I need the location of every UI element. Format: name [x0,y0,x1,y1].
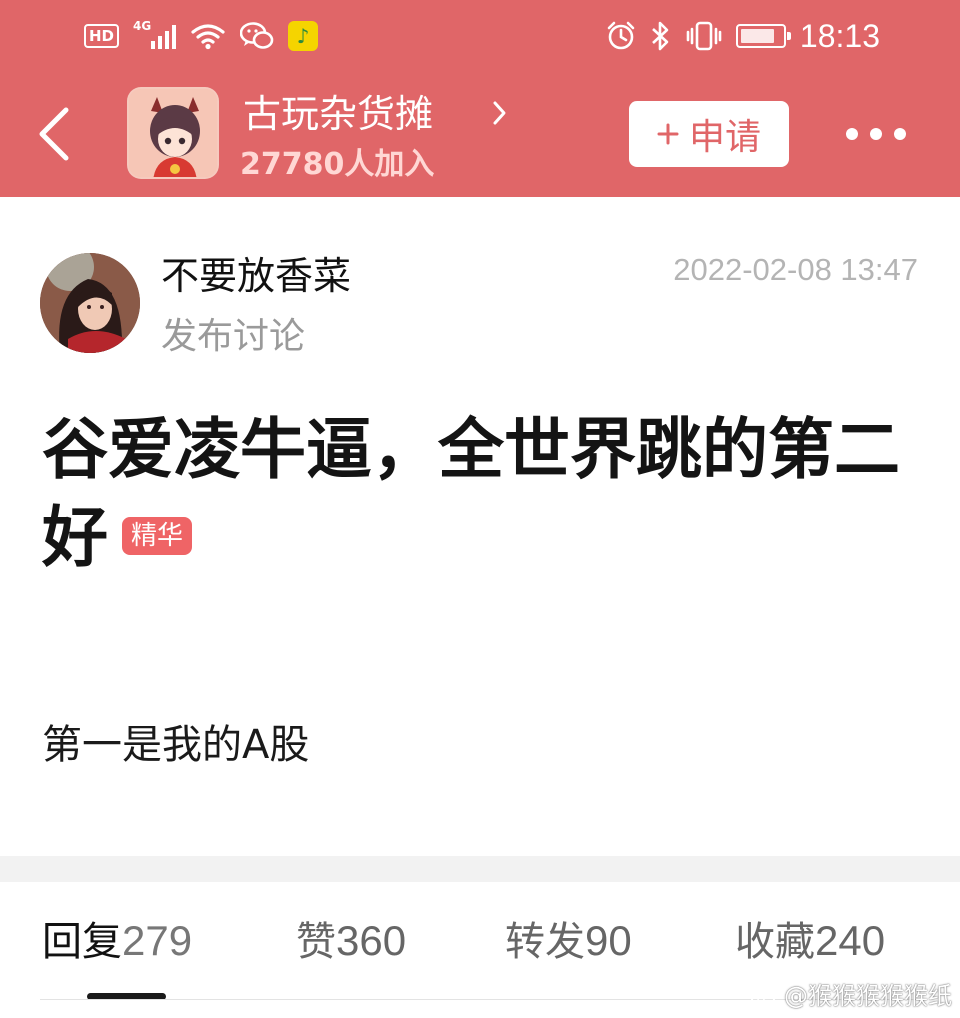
watermark: @猴猴猴猴猴纸 [750,980,952,1012]
post-body: 第一是我的A股 [42,722,310,768]
member-count: 27780人加入 [240,147,435,182]
tab-collects[interactable]: 收藏240 [735,915,885,968]
collect-count: 240 [815,917,886,964]
hd-icon: HD [84,24,120,48]
post-title: 谷爱凌牛逼，全世界跳的第二好 精华 [42,406,922,582]
anime-avatar-icon [129,89,217,177]
section-divider [0,856,960,882]
weibo-icon [751,986,779,1008]
group-nav: 古玩杂货摊 27780人加入 申请 [0,72,960,197]
signal-icon: 4G [133,19,177,49]
tab-replies[interactable]: 回复279 [42,915,192,968]
wechat-icon [240,22,274,49]
wifi-icon [191,24,225,50]
clock: 18:13 [799,18,880,54]
repost-count: 90 [585,917,632,964]
tab-reposts[interactable]: 转发90 [505,915,632,968]
network-type: 4G [133,19,152,33]
more-options-button[interactable] [846,116,906,152]
tab-collects-label: 收藏 [735,919,815,965]
status-bar: HD 4G ♪ 18:13 [0,0,960,72]
apply-button[interactable]: 申请 [629,101,789,167]
post-action-label: 发布讨论 [161,316,306,357]
chevron-left-icon [39,107,69,161]
more-dot-icon [870,128,882,140]
author-name[interactable]: 不要放香菜 [161,252,351,300]
more-dot-icon [846,128,858,140]
tab-likes-label: 赞 [296,919,336,965]
alarm-icon [607,21,635,50]
chevron-right-icon[interactable] [490,98,510,128]
apply-label: 申请 [688,117,761,158]
bluetooth-icon [652,21,669,51]
back-button[interactable] [24,92,84,176]
tab-replies-label: 回复 [42,919,122,965]
post-timestamp: 2022-02-08 13:47 [673,252,918,287]
elite-badge: 精华 [122,516,193,555]
author-avatar[interactable] [40,253,140,353]
group-avatar[interactable] [127,87,219,179]
reply-count: 279 [122,917,193,964]
tab-reposts-label: 转发 [505,919,585,965]
watermark-text: @猴猴猴猴猴纸 [784,982,952,1010]
like-count: 360 [336,917,407,964]
status-right: 18:13 [606,16,880,56]
vibrate-icon [686,21,722,51]
tab-likes[interactable]: 赞360 [296,915,406,968]
battery-icon [735,24,791,48]
group-name[interactable]: 古玩杂货摊 [243,90,433,138]
plus-icon [657,123,679,145]
more-dot-icon [894,128,906,140]
header-bar: HD 4G ♪ 18:13 古玩杂货摊 27780人加入 申请 [0,0,960,197]
status-left: HD 4G ♪ [84,16,319,56]
user-avatar-icon [40,253,140,353]
qq-music-icon: ♪ [288,21,319,51]
